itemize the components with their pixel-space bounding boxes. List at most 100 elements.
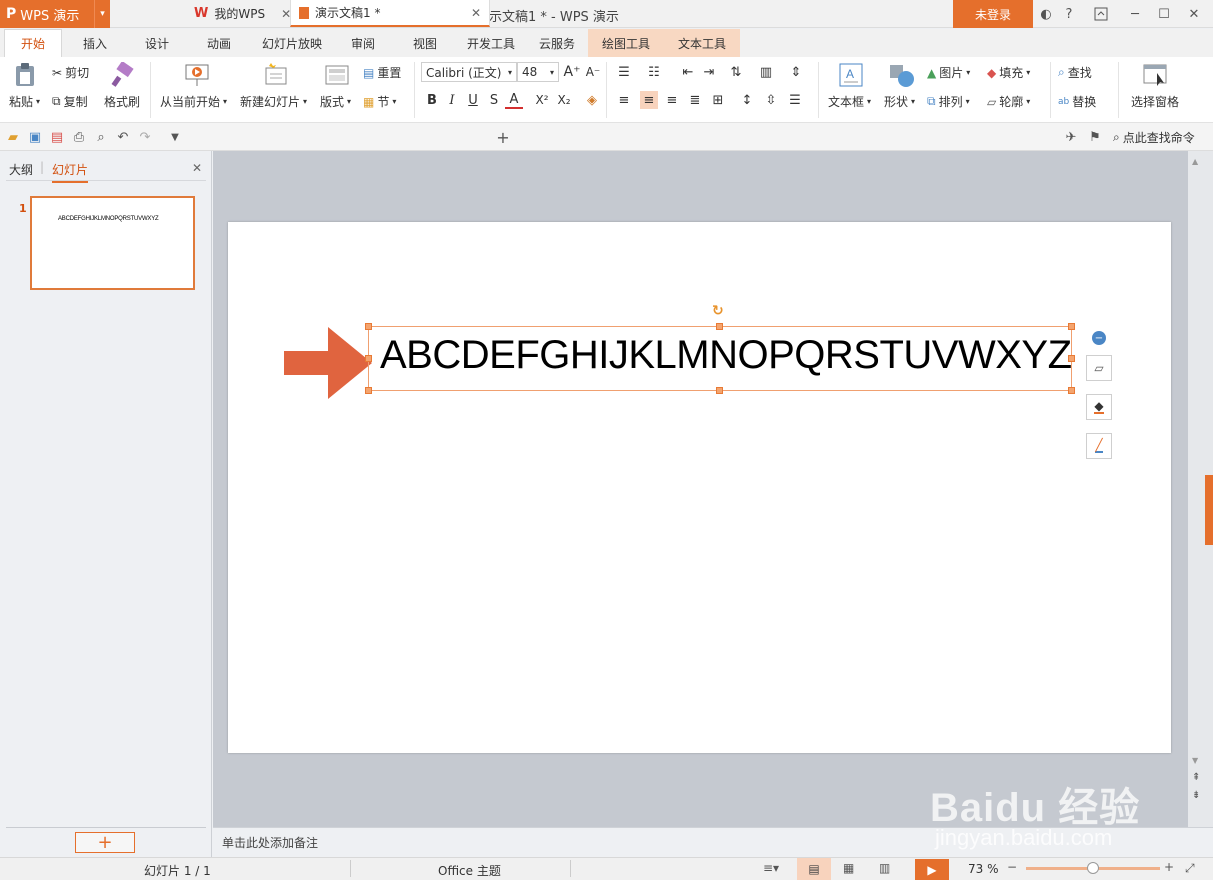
- layout-button[interactable]: 版式 ▾: [320, 93, 351, 110]
- redo-icon[interactable]: ↷: [136, 128, 154, 146]
- tab-review[interactable]: 审阅: [338, 29, 388, 57]
- arrange-button[interactable]: ⧉ 排列 ▾: [927, 93, 970, 110]
- resize-handle[interactable]: [365, 387, 372, 394]
- side-panel-toggle[interactable]: [1205, 475, 1213, 545]
- doc-tab-my-wps[interactable]: W 我的WPS ✕: [186, 0, 299, 27]
- text-box-button[interactable]: 文本框 ▾: [828, 93, 871, 110]
- clear-format-icon[interactable]: ◈: [583, 91, 601, 109]
- command-search[interactable]: ⌕ 点此查找命令: [1113, 129, 1195, 146]
- notes-toggle-icon[interactable]: ≡▾: [763, 861, 779, 875]
- tab-outline[interactable]: 大纲: [9, 161, 33, 178]
- tab-text-tools[interactable]: 文本工具: [664, 29, 740, 57]
- slide-sorter-icon[interactable]: ▦: [843, 861, 854, 875]
- save-icon[interactable]: ▣: [26, 128, 44, 146]
- outline-button[interactable]: ▱ 轮廓 ▾: [987, 93, 1030, 110]
- selection-pane-icon[interactable]: [1142, 62, 1168, 86]
- font-size-select[interactable]: 48 ▾: [517, 62, 559, 82]
- new-slide-icon[interactable]: [262, 62, 288, 86]
- font-name-select[interactable]: Calibri (正文) ▾: [421, 62, 517, 82]
- paragraph-spacing-icon[interactable]: ⇳: [762, 91, 780, 109]
- shape-outline-button[interactable]: ╱: [1086, 433, 1112, 459]
- tab-drawing-tools[interactable]: 绘图工具: [588, 29, 664, 57]
- scroll-down-icon[interactable]: ▼: [1192, 756, 1198, 765]
- undo-icon[interactable]: ↶: [114, 128, 132, 146]
- from-current-button[interactable]: 从当前开始 ▾: [160, 93, 227, 110]
- format-painter-icon[interactable]: [110, 60, 136, 87]
- fit-window-icon[interactable]: ⤢: [1185, 861, 1195, 876]
- reading-view-icon[interactable]: ▥: [879, 861, 890, 875]
- tab-view[interactable]: 视图: [400, 29, 450, 57]
- scroll-up-icon[interactable]: ▲: [1192, 157, 1198, 166]
- replace-button[interactable]: ab 替换: [1058, 93, 1096, 110]
- font-color-icon[interactable]: A: [505, 91, 523, 109]
- collaborate-icon[interactable]: ✈: [1062, 128, 1080, 146]
- underline-icon[interactable]: U: [464, 91, 482, 109]
- slide-text[interactable]: ABCDEFGHIJKLMNOPQRSTUVWXYZ: [380, 333, 1072, 378]
- justify-icon[interactable]: ≣: [686, 91, 704, 109]
- section-button[interactable]: ▦ 节 ▾: [363, 93, 396, 110]
- reset-button[interactable]: ▤ 重置: [363, 64, 401, 81]
- rotate-handle-icon[interactable]: ↻: [712, 303, 724, 319]
- paste-button[interactable]: 粘贴 ▾: [9, 93, 40, 110]
- find-button[interactable]: ⌕ 查找: [1058, 64, 1092, 81]
- superscript-icon[interactable]: X²: [533, 91, 551, 109]
- line-spacing-icon[interactable]: ↕: [738, 91, 756, 109]
- tab-cloud[interactable]: 云服务: [530, 29, 584, 57]
- format-painter-button[interactable]: 格式刷: [104, 93, 140, 110]
- text-direction-icon[interactable]: ⇅: [727, 63, 745, 81]
- zoom-in-icon[interactable]: +: [1164, 860, 1174, 874]
- shrink-font-icon[interactable]: A⁻: [584, 63, 602, 81]
- resize-handle[interactable]: [716, 387, 723, 394]
- shapes-icon[interactable]: [888, 62, 914, 87]
- resize-handle[interactable]: [1068, 355, 1075, 362]
- slideshow-button[interactable]: ▶: [915, 859, 949, 880]
- open-icon[interactable]: ▰: [4, 128, 22, 146]
- align-center-icon[interactable]: ≡: [640, 91, 658, 109]
- close-panel-icon[interactable]: ✕: [192, 161, 202, 175]
- resize-handle[interactable]: [1068, 323, 1075, 330]
- right-arrow-shape[interactable]: [284, 327, 372, 399]
- shadow-icon[interactable]: S: [485, 91, 503, 109]
- wps-menu-dropdown-icon[interactable]: ▾: [94, 0, 110, 28]
- minimize-icon[interactable]: ─: [1126, 5, 1144, 23]
- resize-handle[interactable]: [716, 323, 723, 330]
- italic-icon[interactable]: I: [443, 91, 461, 109]
- resize-handle[interactable]: [1068, 387, 1075, 394]
- align-left-icon[interactable]: ≡: [615, 91, 633, 109]
- text-box-icon[interactable]: A: [838, 62, 864, 87]
- slide[interactable]: [228, 222, 1171, 753]
- cut-button[interactable]: ✂ 剪切: [52, 64, 89, 81]
- new-tab-icon[interactable]: +: [494, 128, 512, 147]
- close-tab-icon[interactable]: ✕: [471, 6, 481, 20]
- shape-style-button[interactable]: ▱: [1086, 355, 1112, 381]
- fill-button[interactable]: ◆ 填充 ▾: [987, 64, 1030, 81]
- export-pdf-icon[interactable]: ▤: [48, 128, 66, 146]
- next-slide-icon[interactable]: ⇟: [1192, 790, 1200, 801]
- zoom-slider-thumb[interactable]: [1087, 862, 1099, 874]
- help-icon[interactable]: ?: [1060, 5, 1078, 23]
- decrease-indent-icon[interactable]: ⇤: [679, 63, 697, 81]
- distribute-icon[interactable]: ⊞: [709, 91, 727, 109]
- bold-icon[interactable]: B: [423, 91, 441, 109]
- selection-pane-button[interactable]: 选择窗格: [1131, 93, 1179, 110]
- tab-developer[interactable]: 开发工具: [460, 29, 522, 57]
- print-icon[interactable]: ⎙: [70, 128, 88, 146]
- paragraph-settings-icon[interactable]: ☰: [786, 91, 804, 109]
- numbering-icon[interactable]: ☷: [645, 63, 663, 81]
- resize-handle[interactable]: [365, 355, 372, 362]
- align-text-icon[interactable]: ⇕: [787, 63, 805, 81]
- new-slide-button[interactable]: 新建幻灯片 ▾: [240, 93, 307, 110]
- collapse-icon[interactable]: −: [1092, 331, 1106, 345]
- align-right-icon[interactable]: ≡: [663, 91, 681, 109]
- zoom-out-icon[interactable]: −: [1007, 860, 1017, 874]
- prev-slide-icon[interactable]: ⇞: [1192, 772, 1200, 783]
- picture-button[interactable]: ▲ 图片 ▾: [927, 64, 970, 81]
- tab-design[interactable]: 设计: [132, 29, 182, 57]
- tab-slideshow[interactable]: 幻灯片放映: [254, 29, 330, 57]
- print-preview-icon[interactable]: ⌕: [92, 128, 110, 146]
- maximize-icon[interactable]: ☐: [1155, 5, 1173, 23]
- tab-home[interactable]: 开始: [4, 29, 62, 57]
- resize-handle[interactable]: [365, 323, 372, 330]
- customize-dropdown-icon[interactable]: ▼: [166, 128, 184, 146]
- play-from-current-icon[interactable]: [184, 62, 210, 86]
